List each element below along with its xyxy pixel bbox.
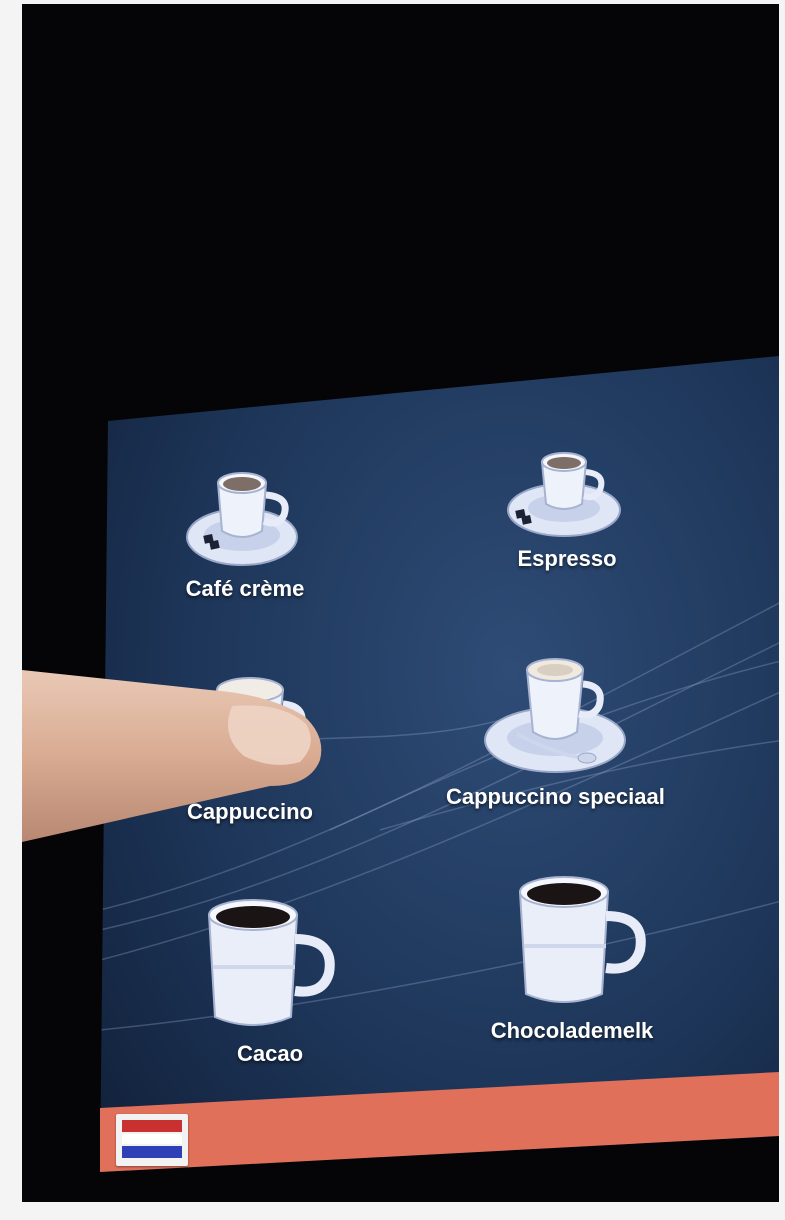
- drink-label-chocolademelk: Chocolademelk: [490, 1018, 654, 1043]
- drink-label-cacao: Cacao: [236, 1041, 304, 1066]
- touchscreen: Café crème Espresso Cappuccino Cappuccin…: [100, 356, 779, 1172]
- espresso-cup-icon: [507, 452, 621, 537]
- flag-stripe-blue: [122, 1146, 182, 1158]
- cappuccino-speciaal-cup-icon: [484, 658, 627, 773]
- drink-label-espresso: Espresso: [517, 546, 617, 571]
- drink-label-cappuccino: Cappuccino: [187, 799, 313, 824]
- flag-stripe-white: [122, 1134, 182, 1144]
- photo-border-bottom: [0, 1202, 785, 1220]
- netherlands-flag-icon[interactable]: [116, 1114, 188, 1166]
- cappuccino-cup-icon: [189, 677, 311, 787]
- cafe-creme-cup-icon: [186, 472, 298, 566]
- drink-tile-cafe-creme[interactable]: Café crème: [180, 455, 310, 602]
- drink-tile-cappuccino-speciaal[interactable]: Cappuccino speciaal: [446, 650, 665, 810]
- drink-tile-espresso[interactable]: Espresso: [502, 440, 632, 572]
- photo-border-right: [779, 0, 785, 1220]
- drink-tile-cappuccino[interactable]: Cappuccino: [175, 668, 325, 825]
- photo-border-left: [0, 0, 22, 1220]
- drink-label-cappuccino-speciaal: Cappuccino speciaal: [446, 784, 665, 809]
- photo-border-top: [0, 0, 785, 4]
- drink-tile-cacao[interactable]: Cacao: [195, 895, 345, 1067]
- drink-tile-chocolademelk[interactable]: Chocolademelk: [472, 872, 672, 1044]
- drink-label-cafe-creme: Café crème: [185, 576, 305, 601]
- flag-stripe-red: [122, 1120, 182, 1132]
- chocolademelk-mug-icon: [518, 876, 646, 1003]
- cacao-mug-icon: [207, 899, 335, 1026]
